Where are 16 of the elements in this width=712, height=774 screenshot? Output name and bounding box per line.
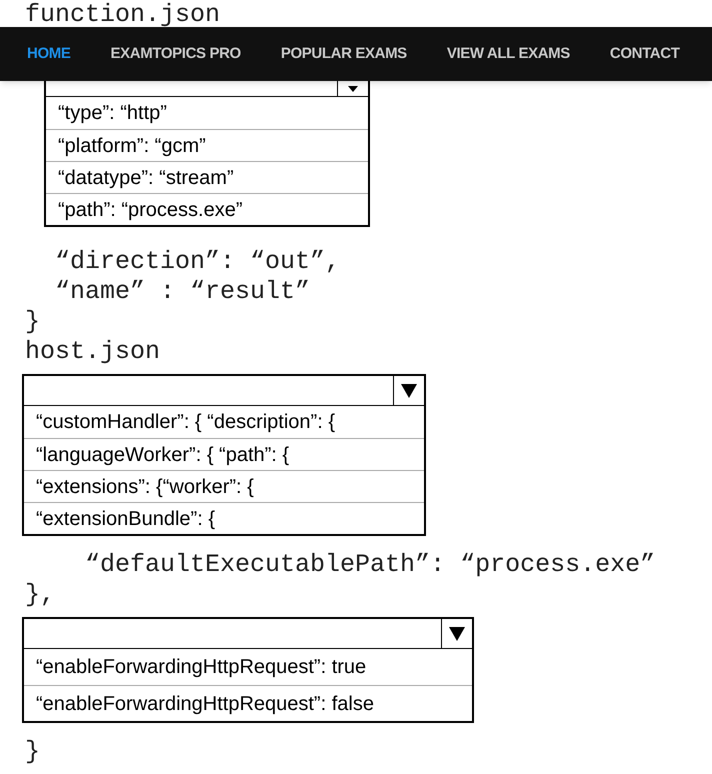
nav-link[interactable]: POPULAR EXAMS bbox=[280, 42, 407, 66]
code-line: “name” : “result” bbox=[54, 277, 310, 307]
nav-link[interactable]: EXAMTOPICS PRO bbox=[110, 42, 241, 66]
code-line: “direction”: “out”, bbox=[54, 247, 340, 277]
caret-down-icon bbox=[348, 86, 358, 92]
nav-link[interactable]: HOME bbox=[27, 42, 70, 66]
code-line: } bbox=[25, 737, 40, 767]
code-line: host.json bbox=[25, 337, 160, 367]
code-line: } bbox=[25, 307, 40, 337]
caret-down-icon bbox=[449, 626, 465, 640]
nav-link[interactable]: VIEW ALL EXAMS bbox=[446, 42, 570, 66]
code-line: function.json bbox=[25, 0, 220, 30]
code-line: }, bbox=[25, 580, 56, 610]
caret-down-icon bbox=[401, 384, 417, 398]
nav-link[interactable]: CONTACT bbox=[610, 42, 680, 66]
code-line: “defaultExecutablePath”: “process.exe” bbox=[84, 550, 656, 580]
